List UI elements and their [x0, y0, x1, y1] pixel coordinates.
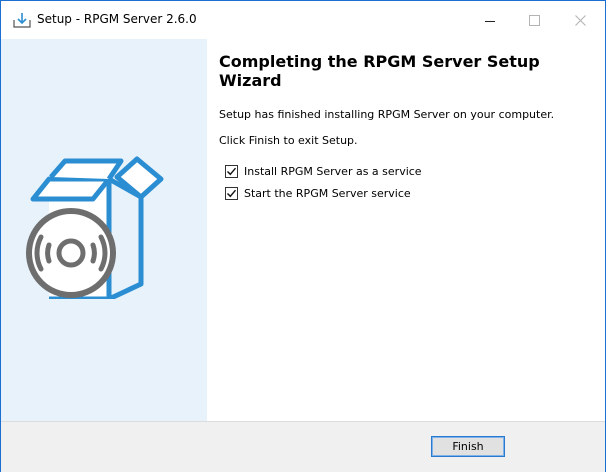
start-service-checkbox[interactable] [225, 186, 238, 200]
minimize-button[interactable] [467, 1, 513, 39]
maximize-icon [528, 14, 540, 26]
finish-message: Setup has finished installing RPGM Serve… [219, 108, 555, 121]
title-bar[interactable]: Setup - RPGM Server 2.6.0 [1, 1, 605, 39]
install-service-option[interactable]: Install RPGM Server as a service [225, 163, 422, 179]
setup-window: Setup - RPGM Server 2.6.0 Completing the… [0, 0, 606, 472]
checkmark-icon [227, 189, 237, 197]
page-title: Completing the RPGM Server Setup Wizard [219, 52, 540, 90]
checkmark-icon [227, 167, 237, 175]
wizard-side-panel [1, 39, 207, 421]
close-button[interactable] [557, 1, 603, 39]
finish-instruction: Click Finish to exit Setup. [219, 134, 358, 147]
wizard-content: Completing the RPGM Server Setup Wizard … [207, 39, 605, 421]
close-icon [574, 11, 586, 30]
maximize-button[interactable] [511, 1, 557, 39]
installer-download-icon [12, 11, 32, 29]
minimize-icon [485, 20, 495, 22]
finish-button[interactable]: Finish [431, 436, 505, 457]
install-service-checkbox[interactable] [225, 164, 238, 178]
box-with-disc-icon [21, 149, 191, 303]
start-service-label: Start the RPGM Server service [244, 186, 411, 200]
window-title: Setup - RPGM Server 2.6.0 [37, 12, 197, 26]
install-service-label: Install RPGM Server as a service [244, 164, 422, 178]
start-service-option[interactable]: Start the RPGM Server service [225, 185, 411, 201]
wizard-footer: Finish [1, 421, 605, 472]
